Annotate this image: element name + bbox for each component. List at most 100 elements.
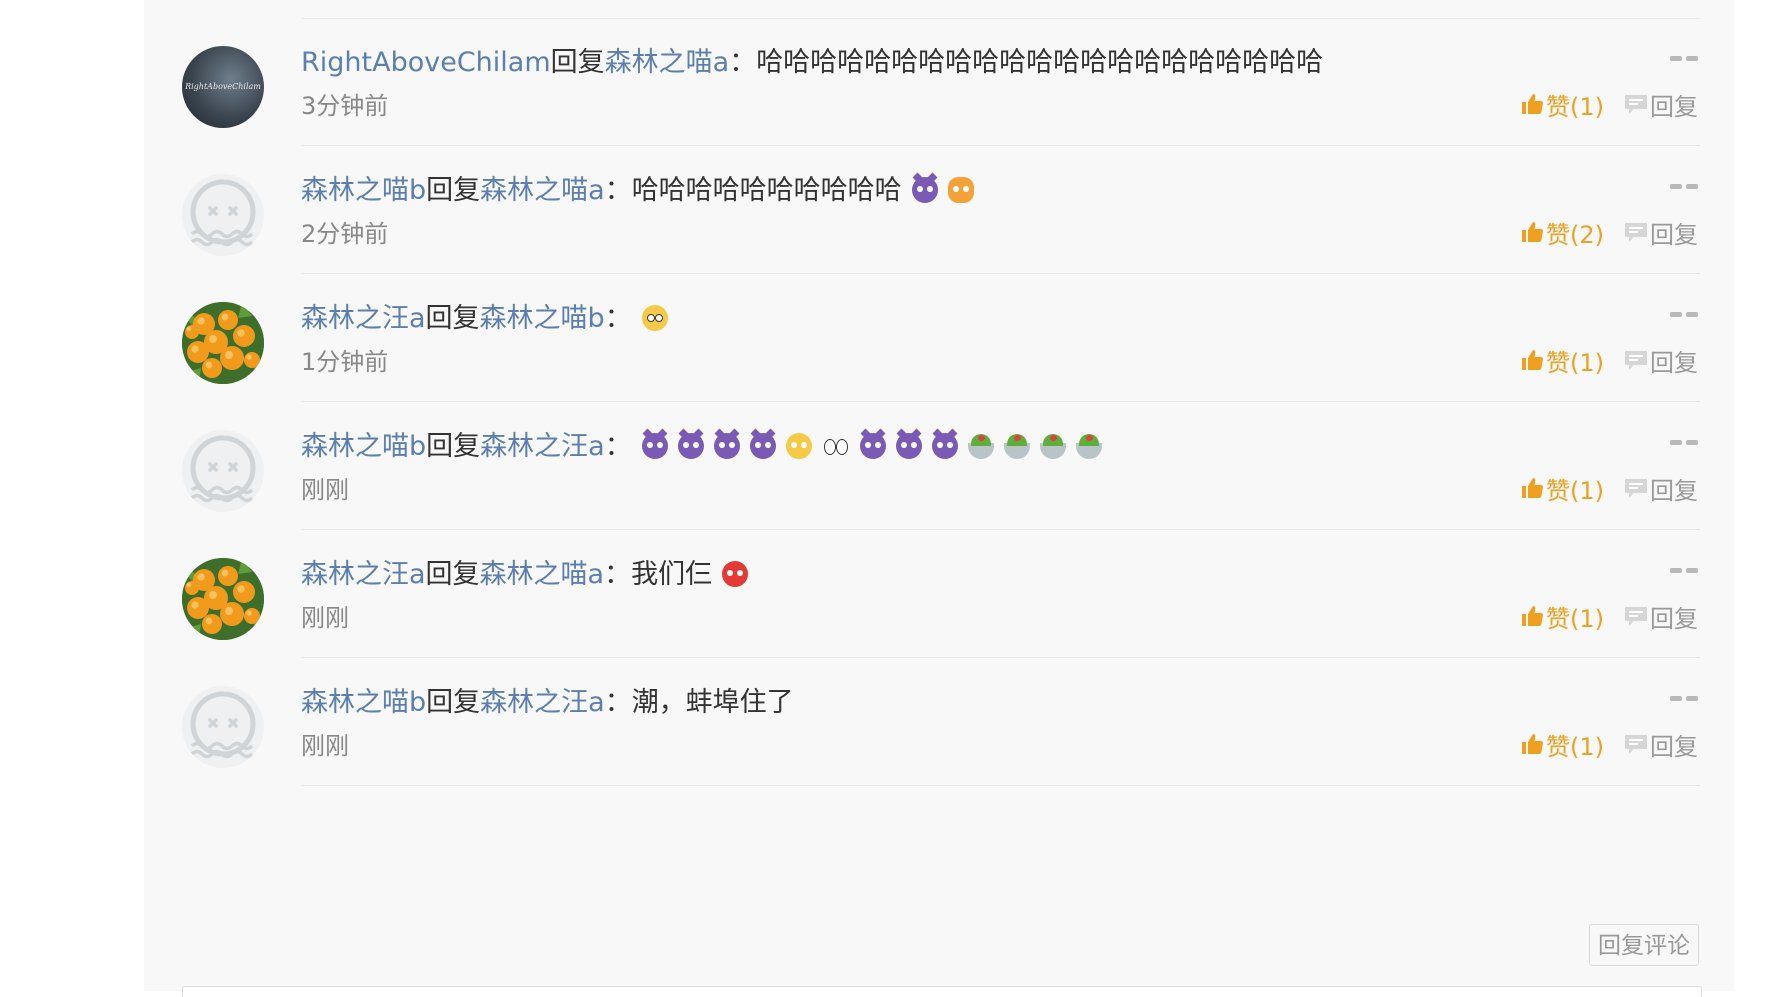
- devil-emoji-icon: [749, 433, 776, 459]
- reply-button[interactable]: 回复: [1624, 343, 1698, 378]
- reply-word: 回复: [426, 175, 481, 206]
- comment-actions: 赞(1) 回复: [1520, 598, 1698, 634]
- comment-body: 森林之喵b回复森林之汪a：潮，蚌埠住了 刚刚: [301, 683, 1698, 763]
- colon: ：: [729, 47, 757, 78]
- more-options-icon[interactable]: [1670, 692, 1698, 704]
- like-button[interactable]: 赞(2): [1520, 215, 1604, 250]
- more-options-icon[interactable]: [1670, 436, 1698, 448]
- reply-target-link[interactable]: 森林之喵a: [605, 47, 730, 78]
- comment-input-box[interactable]: [182, 986, 1702, 997]
- salad-emoji-icon: [1003, 434, 1030, 459]
- like-count-label: 赞(1): [1546, 732, 1604, 761]
- avatar-oranges[interactable]: [182, 302, 264, 384]
- oranges-photo-icon: [182, 558, 264, 640]
- emoji-eyes: [952, 186, 969, 192]
- default-avatar-icon[interactable]: [182, 430, 264, 512]
- comment-item: 森林之喵b回复森林之喵a：哈哈哈哈哈哈哈哈哈哈 2分钟前 赞(2) 回复: [144, 146, 1734, 274]
- emoji-eyes: [646, 442, 663, 448]
- reply-label: 回复: [1650, 220, 1698, 249]
- reply-button[interactable]: 回复: [1624, 727, 1698, 762]
- reply-word: 回复: [425, 303, 480, 334]
- emoji-group: [712, 559, 749, 590]
- reply-comment-button[interactable]: 回复评论: [1589, 924, 1699, 966]
- emoji-eyes: [864, 442, 881, 448]
- comment-item: RightAboveChilam RightAboveChilam 回复 森林之喵a…: [144, 18, 1734, 146]
- default-face-icon: [190, 435, 256, 503]
- reply-target-link[interactable]: 森林之喵a: [480, 175, 605, 206]
- reply-button[interactable]: 回复: [1624, 215, 1698, 250]
- reply-label: 回复: [1650, 476, 1698, 505]
- cat-emoji-icon: [947, 177, 974, 203]
- comment-text: 潮，蚌埠住了: [631, 687, 794, 718]
- author-name-link[interactable]: 森林之喵b: [301, 175, 426, 206]
- salad-emoji-icon: [1075, 434, 1102, 459]
- comment-divider: [302, 785, 1700, 786]
- comment-line: 森林之喵b回复森林之汪a：: [301, 427, 1698, 467]
- comment-actions: 赞(2) 回复: [1520, 214, 1698, 250]
- reply-target-link[interactable]: 森林之汪a: [480, 431, 605, 462]
- reply-label: 回复: [1650, 604, 1698, 633]
- comment-time: 刚刚: [301, 476, 349, 504]
- author-name-link[interactable]: 森林之喵b: [301, 431, 426, 462]
- thumbs-up-icon: [1522, 222, 1543, 242]
- comment-time: 3分钟前: [301, 92, 389, 120]
- colon: ：: [604, 303, 632, 334]
- more-options-icon[interactable]: [1670, 180, 1698, 192]
- devil-emoji-icon: [895, 433, 922, 459]
- avatar-photo[interactable]: RightAboveChilam: [182, 46, 264, 128]
- comment-item: 森林之汪a回复森林之喵a：我们仨 刚刚 赞(1) 回复: [144, 530, 1734, 658]
- reply-target-link[interactable]: 森林之喵b: [480, 303, 605, 334]
- colon: ：: [604, 687, 632, 718]
- comment-actions: 赞(1) 回复: [1520, 470, 1698, 506]
- colon: ：: [604, 175, 632, 206]
- devil-emoji-icon: [677, 433, 704, 459]
- like-button[interactable]: 赞(1): [1520, 87, 1604, 122]
- comment-time: 1分钟前: [301, 348, 389, 376]
- comment-body: 森林之喵b回复森林之汪a： 刚刚: [301, 427, 1698, 507]
- comment-item: 森林之汪a回复森林之喵b： 1分钟前 赞(1) 回复: [144, 274, 1734, 402]
- reply-button[interactable]: 回复: [1624, 599, 1698, 634]
- comment-item: 森林之喵b回复森林之汪a：潮，蚌埠住了 刚刚 赞(1) 回复: [144, 658, 1734, 786]
- author-name-link[interactable]: RightAboveChilam: [301, 47, 551, 78]
- comment-time: 2分钟前: [301, 220, 389, 248]
- comment-line: 森林之汪a回复森林之喵a：我们仨: [301, 555, 1698, 595]
- more-options-icon[interactable]: [1670, 564, 1698, 576]
- reply-target-link[interactable]: 森林之汪a: [480, 687, 605, 718]
- default-avatar-icon[interactable]: [182, 686, 264, 768]
- comment-text: 我们仨: [631, 559, 713, 590]
- like-button[interactable]: 赞(1): [1520, 599, 1604, 634]
- like-count-label: 赞(1): [1546, 604, 1604, 633]
- comment-bubble-icon: [1625, 479, 1647, 498]
- thumbs-up-icon: [1522, 350, 1543, 370]
- emoji-group: [632, 303, 668, 334]
- like-button[interactable]: 赞(1): [1520, 471, 1604, 506]
- devil-emoji-icon: [713, 433, 740, 459]
- more-options-icon[interactable]: [1670, 52, 1698, 64]
- reply-target-link[interactable]: 森林之喵a: [480, 559, 605, 590]
- avatar-logo-text: RightAboveChilam: [185, 82, 261, 91]
- comment-bubble-icon: [1625, 607, 1647, 626]
- reply-button[interactable]: 回复: [1624, 87, 1698, 122]
- devil-emoji-icon: [641, 433, 668, 459]
- comment-panel: RightAboveChilam RightAboveChilam回复森林之喵a…: [144, 0, 1734, 997]
- author-name-link[interactable]: 森林之喵b: [301, 687, 426, 718]
- author-name-link[interactable]: 森林之汪a: [301, 303, 426, 334]
- like-count-label: 赞(1): [1546, 476, 1604, 505]
- emoji-eyes: [916, 186, 933, 192]
- like-button[interactable]: 赞(1): [1520, 727, 1604, 762]
- emoji-eyes: [646, 314, 663, 322]
- more-options-icon[interactable]: [1670, 308, 1698, 320]
- avatar-oranges[interactable]: [182, 558, 264, 640]
- comment-bubble-icon: [1625, 95, 1647, 114]
- thumbs-up-icon: [1522, 734, 1543, 754]
- emoji-eyes: [823, 439, 848, 455]
- peek-emoji-icon: [822, 433, 850, 459]
- colon: ：: [604, 559, 632, 590]
- reply-word: 回复: [425, 559, 480, 590]
- comment-line: 森林之喵b回复森林之喵a：哈哈哈哈哈哈哈哈哈哈: [301, 171, 1698, 211]
- reply-button[interactable]: 回复: [1624, 471, 1698, 506]
- default-avatar-icon[interactable]: [182, 174, 264, 256]
- author-name-link[interactable]: 森林之汪a: [301, 559, 426, 590]
- emoji-eyes: [900, 442, 917, 448]
- like-button[interactable]: 赞(1): [1520, 343, 1604, 378]
